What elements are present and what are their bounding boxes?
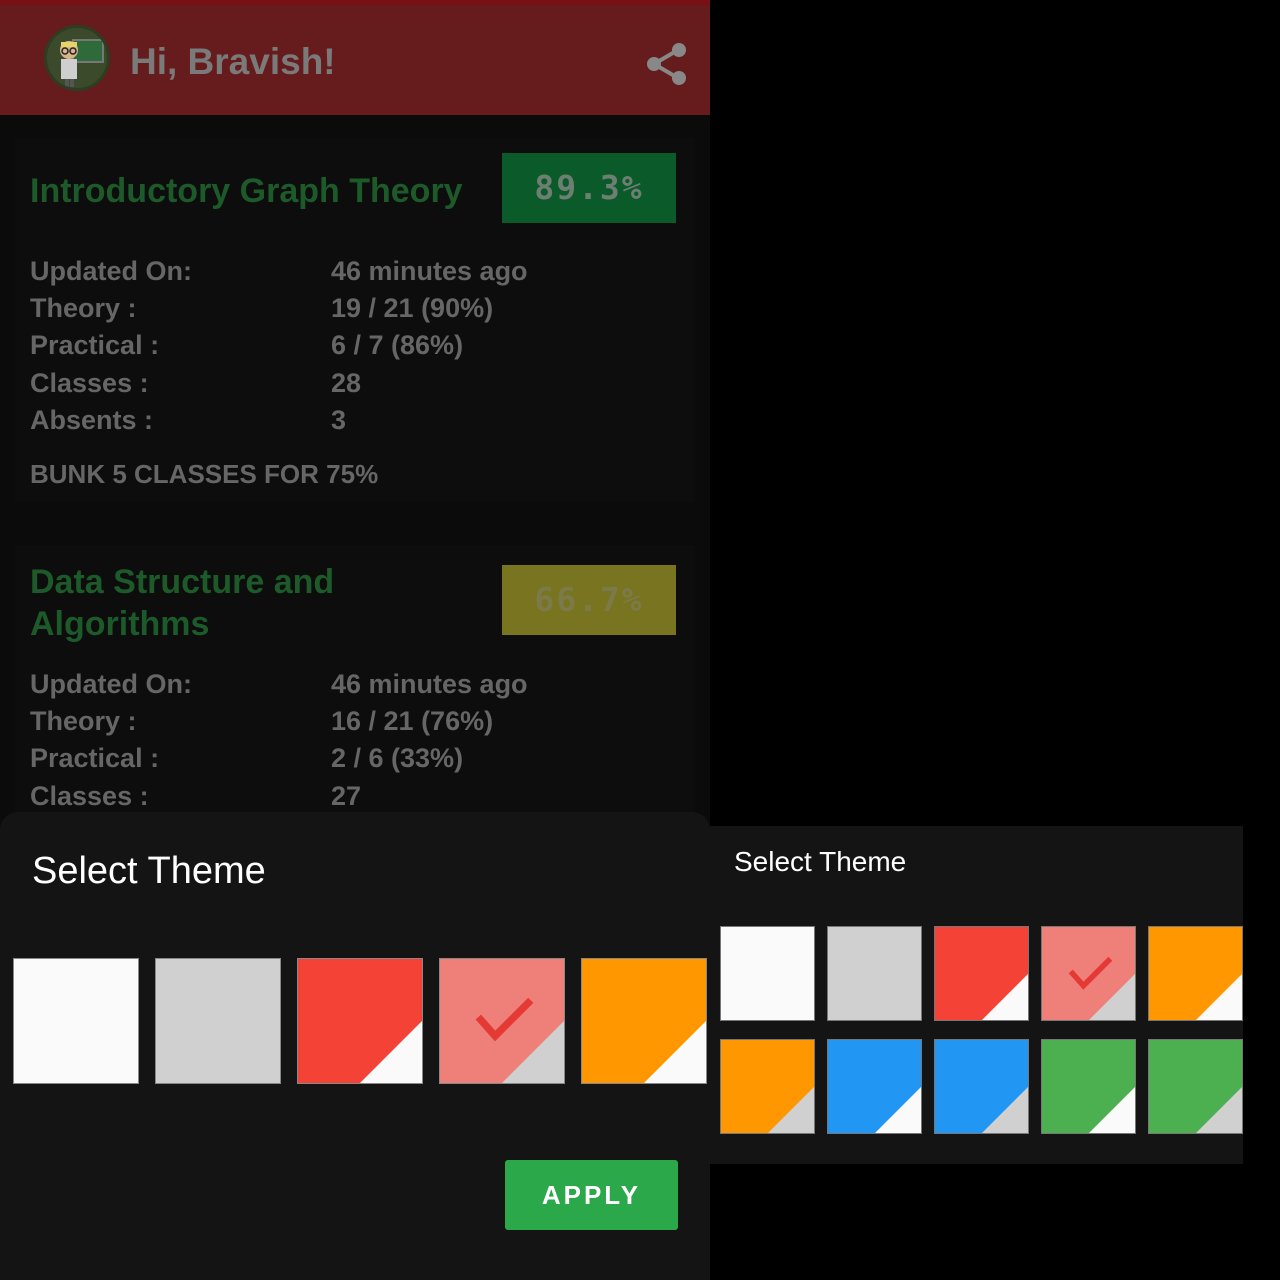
swatch-fold-corner (768, 1087, 814, 1133)
teacher-avatar-icon[interactable] (44, 25, 110, 91)
theme-swatch[interactable] (827, 1039, 922, 1134)
updated-on-value: 46 minutes ago (331, 256, 528, 286)
theory-label: Theory : (30, 293, 137, 323)
classes-value: 27 (331, 781, 362, 811)
phone-screen: Hi, Bravish! Introductory Graph Theory 8… (0, 0, 710, 1280)
subject-card[interactable]: Introductory Graph Theory 89.3% Updated … (15, 138, 695, 502)
theme-swatch[interactable] (1148, 1039, 1243, 1134)
theme-swatch[interactable] (720, 1039, 815, 1134)
subject-title: Data Structure and Algorithms (30, 563, 335, 643)
updated-on-value: 46 minutes ago (331, 669, 528, 699)
theme-swatch[interactable] (934, 926, 1029, 1021)
swatch-fold-corner (875, 1087, 921, 1133)
theme-swatch[interactable] (297, 958, 423, 1084)
theme-dialog: Select Theme (710, 826, 1243, 1164)
attendance-percentage-badge: 89.3% (502, 153, 676, 223)
subject-card[interactable]: Data Structure and Algorithms 66.7% Upda… (15, 545, 695, 825)
apply-button[interactable]: APPLY (505, 1160, 678, 1230)
theme-swatch[interactable] (1148, 926, 1243, 1021)
classes-label: Classes : (30, 368, 149, 398)
attendance-percentage-badge: 66.7% (502, 565, 676, 635)
greeting-title: Hi, Bravish! (130, 41, 336, 82)
practical-value: 6 / 7 (86%) (331, 330, 464, 360)
theme-swatch[interactable] (827, 926, 922, 1021)
practical-label: Practical : (30, 743, 160, 773)
swatch-fold-corner (360, 1021, 422, 1083)
swatch-fold-corner (982, 1087, 1028, 1133)
classes-label: Classes : (30, 781, 149, 811)
theme-swatch[interactable] (720, 926, 815, 1021)
swatch-fold-corner (1196, 974, 1242, 1020)
updated-on-label: Updated On: (30, 256, 192, 286)
app-bar: Hi, Bravish! (0, 0, 710, 115)
theme-swatch[interactable] (13, 958, 139, 1084)
theme-swatch[interactable] (934, 1039, 1029, 1134)
theme-swatch[interactable] (581, 958, 707, 1084)
classes-value: 28 (331, 368, 362, 398)
subject-title: Introductory Graph Theory (30, 172, 463, 210)
checkmark-icon (1068, 956, 1113, 990)
updated-on-label: Updated On: (30, 669, 192, 699)
theme-swatch[interactable] (155, 958, 281, 1084)
theory-value: 19 / 21 (90%) (331, 293, 494, 323)
swatch-fold-corner (1196, 1087, 1242, 1133)
theme-swatch[interactable] (439, 958, 565, 1084)
bunk-note: BUNK 5 CLASSES FOR 75% (30, 459, 379, 489)
absents-label: Absents : (30, 405, 154, 435)
absents-value: 3 (331, 405, 347, 435)
theme-swatch[interactable] (1041, 926, 1136, 1021)
theory-value: 16 / 21 (76%) (331, 706, 494, 736)
swatch-fold-corner (982, 974, 1028, 1020)
practical-value: 2 / 6 (33%) (331, 743, 464, 773)
swatch-fold-corner (644, 1021, 706, 1083)
theme-bottom-sheet: Select Theme APPLY (0, 812, 710, 1280)
practical-label: Practical : (30, 330, 160, 360)
theory-label: Theory : (30, 706, 137, 736)
dialog-title: Select Theme (734, 846, 907, 877)
swatch-fold-corner (1089, 1087, 1135, 1133)
share-icon[interactable] (644, 41, 690, 87)
sheet-title: Select Theme (32, 850, 266, 892)
theme-swatch[interactable] (1041, 1039, 1136, 1134)
checkmark-icon (475, 997, 533, 1042)
